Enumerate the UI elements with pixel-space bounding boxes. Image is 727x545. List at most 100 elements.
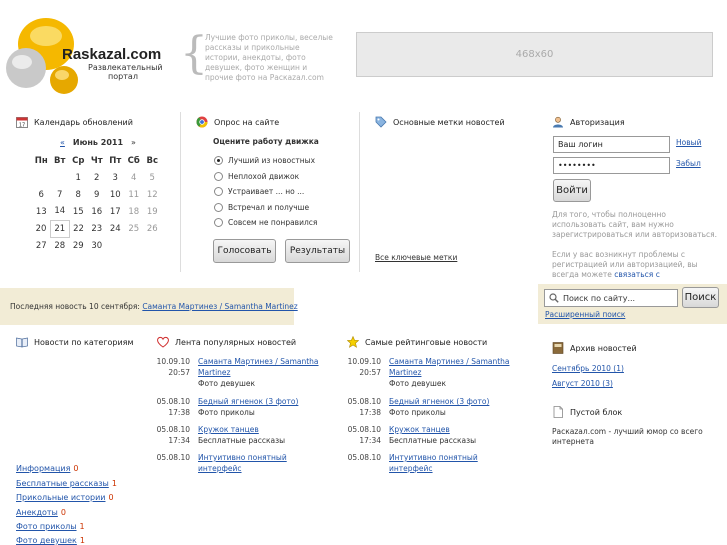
- radio-button[interactable]: [214, 187, 223, 196]
- last-news-link[interactable]: Саманта Мартинез / Samantha Martinez: [142, 302, 297, 311]
- calendar-week-row: 13 14 15 16 17 18 19: [32, 203, 162, 220]
- news-category: Фото приколы: [389, 408, 446, 417]
- calendar-day: 6: [38, 189, 44, 200]
- news-time: 17:38: [359, 408, 381, 417]
- weekday: Вс: [146, 155, 159, 166]
- poll-option[interactable]: Встречал и получше: [214, 203, 309, 212]
- search-input[interactable]: Поиск по сайту...: [544, 289, 678, 307]
- login-button[interactable]: Войти: [553, 179, 591, 202]
- news-title-link[interactable]: Бедный ягненок (3 фото): [198, 396, 323, 407]
- calendar-prev-link[interactable]: «: [60, 138, 65, 147]
- news-category: Бесплатные рассказы: [198, 436, 286, 445]
- news-body: Интуитивно понятный интерфейс: [198, 452, 323, 474]
- radio-button[interactable]: [214, 172, 223, 181]
- column-divider: [359, 112, 360, 272]
- poll-option-label: Лучший из новостных: [228, 156, 316, 165]
- news-body: Бедный ягненок (3 фото) Фото приколы: [198, 396, 323, 418]
- calendar-day: 17: [109, 206, 121, 217]
- poll-option[interactable]: Совсем не понравился: [214, 218, 317, 227]
- category-item: Прикольные истории 0: [16, 493, 114, 502]
- calendar-empty-cell: [143, 237, 162, 254]
- user-icon: [553, 116, 563, 128]
- auth-title-label: Авторизация: [570, 117, 625, 127]
- logo-subtitle: Развлекательный портал: [88, 63, 163, 81]
- category-count: 0: [108, 493, 114, 502]
- calendar-empty-cell: [51, 169, 70, 186]
- poll-question: Оцените работу движка: [213, 137, 319, 146]
- register-link[interactable]: Новый: [676, 138, 701, 147]
- top-rated-title-label: Самые рейтинговые новости: [365, 337, 488, 347]
- calendar-week-row: 20 21 22 23 24 25 26: [32, 219, 162, 238]
- news-datetime: 05.08.10 17:34: [156, 424, 190, 446]
- forgot-password-link[interactable]: Забыл: [676, 159, 701, 168]
- weekday: Пн: [34, 155, 48, 166]
- archive-link[interactable]: Сентябрь 2010 (1): [552, 364, 624, 373]
- ad-banner[interactable]: 468x60: [356, 32, 713, 77]
- category-link[interactable]: Фото девушек: [16, 536, 77, 545]
- all-tags-link[interactable]: Все ключевые метки: [375, 253, 457, 262]
- category-count: 1: [79, 536, 85, 545]
- news-title-link[interactable]: Интуитивно понятный интерфейс: [389, 452, 514, 474]
- weekday: Пт: [109, 155, 122, 166]
- archive-link[interactable]: Август 2010 (3): [552, 379, 613, 388]
- category-link[interactable]: Анекдоты: [16, 508, 58, 517]
- password-input[interactable]: ••••••••: [553, 157, 670, 174]
- calendar-title: 17 Календарь обновлений: [16, 116, 133, 128]
- category-count: 1: [111, 479, 117, 488]
- calendar-next[interactable]: »: [131, 138, 136, 147]
- news-title-link[interactable]: Саманта Мартинез / Samantha Martinez: [389, 356, 514, 378]
- login-input[interactable]: Ваш логин: [553, 136, 670, 153]
- radio-button[interactable]: [214, 218, 223, 227]
- book-icon: [16, 337, 28, 348]
- poll-option[interactable]: Лучший из новостных: [214, 156, 315, 165]
- category-link[interactable]: Прикольные истории: [16, 493, 106, 502]
- star-icon: [347, 336, 359, 348]
- calendar-weekday-row: Пн Вт Ср Чт Пт Сб Вс: [32, 152, 162, 169]
- site-logo[interactable]: Raskazal.com Развлекательный портал: [4, 12, 174, 98]
- categories-title-label: Новости по категориям: [34, 337, 134, 347]
- poll-option[interactable]: Устраивает ... но ...: [214, 187, 304, 196]
- poll-option[interactable]: Неплохой движок: [214, 172, 299, 181]
- radio-button[interactable]: [214, 156, 223, 165]
- calendar-day: 30: [91, 240, 103, 251]
- news-time: 17:34: [359, 436, 381, 445]
- last-news: Последняя новость 10 сентября: Саманта М…: [10, 302, 298, 311]
- category-link[interactable]: Информация: [16, 464, 70, 473]
- calendar-day: 4: [131, 172, 137, 183]
- svg-text:17: 17: [19, 123, 25, 129]
- empty-block-title: Пустой блок: [552, 406, 622, 418]
- news-date: 05.08.10: [347, 425, 381, 434]
- tagline-brace: {: [180, 28, 208, 79]
- category-link[interactable]: Бесплатные рассказы: [16, 479, 109, 488]
- poll-option-label: Устраивает ... но ...: [228, 187, 305, 196]
- news-title-link[interactable]: Саманта Мартинез / Samantha Martinez: [198, 356, 323, 378]
- results-button[interactable]: Результаты: [285, 239, 350, 263]
- calendar-day: 7: [57, 189, 63, 200]
- calendar-week-row: 6 7 8 9 10 11 12: [32, 186, 162, 203]
- advanced-search-link[interactable]: Расширенный поиск: [545, 310, 625, 319]
- news-title-link[interactable]: Интуитивно понятный интерфейс: [198, 452, 323, 474]
- category-link[interactable]: Фото приколы: [16, 522, 77, 531]
- weekday: Чт: [90, 155, 103, 166]
- search-button[interactable]: Поиск: [682, 287, 719, 308]
- news-datetime: 05.08.10: [347, 452, 381, 463]
- news-time: 20:57: [168, 368, 190, 377]
- radio-button[interactable]: [214, 203, 223, 212]
- logo-text: Raskazal.com: [62, 46, 162, 63]
- categories-title: Новости по категориям: [16, 336, 134, 348]
- calendar-day: 11: [128, 189, 140, 200]
- news-datetime: 05.08.10 17:38: [347, 396, 381, 418]
- news-body: Кружок танцев Бесплатные рассказы: [198, 424, 323, 446]
- logo-subtitle-line1: Развлекательный: [88, 63, 163, 72]
- news-time: 17:38: [168, 408, 190, 417]
- auth-help-note: Если у вас возникнут проблемы с регистра…: [552, 250, 717, 278]
- calendar-day: 23: [91, 223, 103, 234]
- calendar-day: 25: [128, 223, 140, 234]
- news-datetime: 05.08.10: [156, 452, 190, 463]
- news-title-link[interactable]: Кружок танцев: [389, 424, 514, 435]
- news-title-link[interactable]: Бедный ягненок (3 фото): [389, 396, 514, 407]
- heart-icon: [157, 336, 169, 348]
- poll-option-label: Неплохой движок: [228, 172, 300, 181]
- vote-button[interactable]: Голосовать: [213, 239, 276, 263]
- news-title-link[interactable]: Кружок танцев: [198, 424, 323, 435]
